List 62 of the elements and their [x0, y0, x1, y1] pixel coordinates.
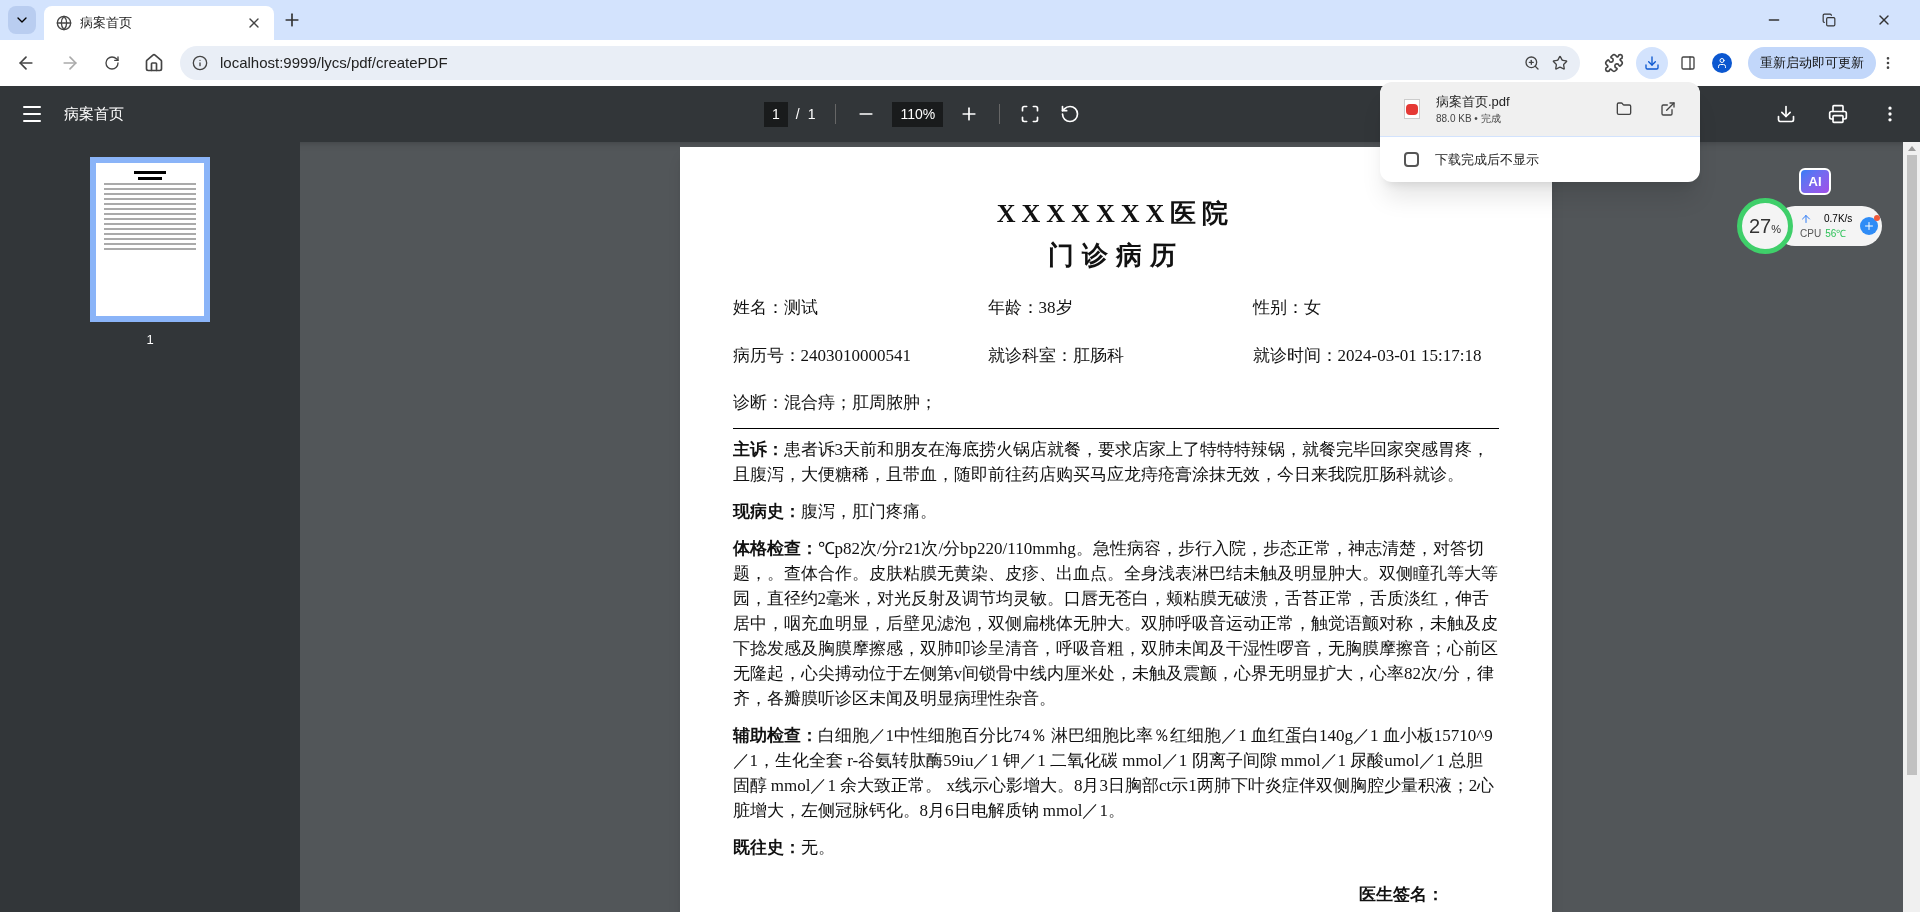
record-paragraph: 辅助检查：白细胞／1中性细胞百分比74％ 淋巴细胞比率％红细胞／1 血红蛋白140g／1 血小板15710^9／1，生化全套 r-谷氨转肽酶59iu／1 钾／1 二氧化碳 mmol／1 阴离子间隙 mmol／1 尿酸umol／1 总胆固醇 mmol／1 余大致正常。 x线示心影增大。8月3日胸部ct示1两肺下叶炎症伴双侧胸腔少量积液；2心脏增大，左侧冠脉钙化。8月6日电解质钠 mmol／1。 — [732, 723, 1496, 822]
checkbox[interactable] — [1404, 152, 1419, 167]
record-paragraph: 主诉：患者诉3天前和朋友在海底捞火锅店就餐，要求店家上了特特特辣锅，就餐完毕回家突感胃疼，且腹泻，大便糖稀，且带血，随即前往药店购买马应龙痔疮膏涂抹无效，今日来我院肛肠科就诊。 — [732, 437, 1490, 486]
star-icon[interactable] — [1552, 55, 1568, 71]
upload-icon — [1800, 212, 1812, 225]
info-icon[interactable] — [192, 55, 208, 71]
cpu-gauge[interactable]: 27% — [1737, 198, 1793, 254]
info-field: 病历号：2403010000541 — [732, 342, 988, 368]
download-icon[interactable] — [1776, 104, 1796, 124]
percent-sign: % — [1771, 223, 1781, 237]
pdf-file-icon — [1404, 99, 1420, 119]
print-icon[interactable] — [1828, 104, 1848, 124]
zoom-field[interactable]: 110% — [892, 101, 944, 127]
record-paragraph: 体格检查：℃p82次/分r21次/分bp220/110mmhg。急性病容，步行入院，步态正常，神志清楚，对答切题，。查体合作。皮肤粘膜无黄染、皮疹、出血点。全身浅表淋巴结未触及明显肿大。双侧瞳孔等大等园，直径约2毫米，对光反射及调节均灵敏。口唇无苍白，颊粘膜无破溃，舌苔正常，舌质淡红，伸舌居中，咽充血明显，后壁见滤泡，双侧扁桃体无肿大。双肺呼吸音运动正常，触觉语颤对称，未触及皮下捻发感及胸膜摩擦感，双肺叩诊呈清音，呼吸音粗，双肺未闻及干湿性啰音，无胸膜摩擦音；心前区无隆起，心尖搏动位于左侧第v间锁骨中线内厘米处，未触及震颤，心界无明显扩大，心率82次/分，律齐，各瓣膜听诊区未闻及明显病理性杂音。 — [732, 536, 1499, 710]
file-status: 88.0 KB • 完成 — [1436, 112, 1502, 127]
fit-page-icon[interactable] — [1020, 104, 1041, 124]
checkbox-label: 下载完成后不显示 — [1435, 150, 1539, 169]
hospital-title: XXXXXXX医院 — [995, 198, 1236, 230]
record-paragraph: 现病史：腹泻，肛门疼痛。 — [732, 499, 938, 523]
url-text: localhost:9999/lycs/pdf/createPDF — [220, 52, 449, 73]
network-speed: 0.7K/s — [1824, 212, 1853, 226]
info-field: 就诊时间：2024-03-01 15:17:18 — [1252, 342, 1499, 368]
reload-icon[interactable] — [104, 55, 120, 71]
cpu-temperature: 56℃ — [1825, 227, 1847, 241]
rotate-icon[interactable] — [1060, 104, 1081, 124]
restore-icon[interactable] — [1822, 13, 1836, 27]
zoom-icon[interactable] — [1524, 55, 1540, 71]
globe-icon — [56, 15, 72, 31]
browser-tab[interactable]: 病案首页 — [44, 6, 274, 40]
page-label: 1 — [146, 331, 154, 349]
ai-badge[interactable]: AI — [1799, 168, 1831, 195]
plus-icon — [1863, 220, 1876, 232]
tab-list-button[interactable] — [8, 6, 36, 34]
update-button[interactable]: 重新启动即可更新 — [1748, 47, 1876, 79]
page-separator: / — [795, 104, 800, 124]
info-field: 诊断：混合痔；肛周脓肿； — [732, 390, 988, 416]
download-icon — [1644, 55, 1660, 71]
page-thumbnail[interactable] — [90, 157, 210, 322]
tab-title: 病案首页 — [80, 14, 133, 33]
page-total: 1 — [807, 104, 816, 124]
page-number-field[interactable]: 1 — [764, 101, 788, 127]
record-title: 门诊病历 — [1046, 240, 1185, 272]
info-field: 姓名：测试 — [732, 295, 988, 321]
downloads-button[interactable] — [1636, 47, 1668, 79]
add-button[interactable] — [1860, 217, 1879, 235]
home-icon[interactable] — [144, 53, 164, 73]
profile-avatar[interactable] — [1712, 53, 1732, 73]
cpu-percent: 27 — [1749, 214, 1772, 239]
info-field: 性别：女 — [1252, 295, 1499, 321]
record-paragraph: 既往史：无。 — [732, 835, 836, 859]
info-field: 年龄：38岁 — [987, 295, 1253, 321]
cpu-label: CPU — [1800, 227, 1822, 241]
folder-icon[interactable] — [1616, 101, 1632, 117]
document-title: 病案首页 — [64, 103, 125, 124]
file-name[interactable]: 病案首页.pdf — [1436, 91, 1600, 112]
side-panel-icon[interactable] — [1680, 55, 1696, 71]
scrollbar-thumb[interactable] — [1906, 155, 1917, 775]
signature-label: 医生签名： — [1358, 883, 1444, 906]
address-field[interactable]: localhost:9999/lycs/pdf/createPDF — [180, 46, 1580, 80]
open-icon[interactable] — [1660, 101, 1676, 117]
info-field: 就诊科室：肛肠科 — [987, 342, 1253, 368]
extensions-icon[interactable] — [1604, 53, 1624, 73]
